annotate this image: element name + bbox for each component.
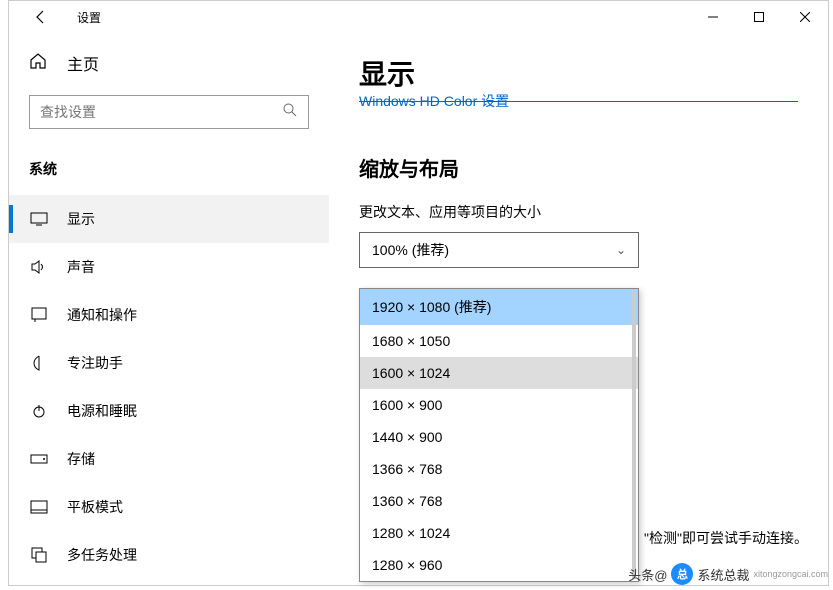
resolution-option[interactable]: 1366 × 768 [360,453,638,485]
sidebar-item-label: 专注助手 [67,353,123,373]
home-icon [29,52,49,75]
search-field[interactable] [40,104,282,120]
watermark-logo-icon: 总 [671,563,693,585]
sidebar-item-display[interactable]: 显示 [9,195,329,243]
detect-hint: "检测"即可尝试手动连接。 [644,528,808,548]
watermark-prefix: 头条@ [628,565,667,584]
window-title: 设置 [77,9,101,26]
scale-label: 更改文本、应用等项目的大小 [359,202,798,222]
sidebar-item-label: 存储 [67,449,95,469]
focus-icon [29,355,49,371]
sound-icon [29,259,49,275]
sidebar: 主页 系统 显示 声音 通知和操作 专注助手 [9,33,329,585]
category-header: 系统 [9,149,329,195]
sidebar-item-label: 电源和睡眠 [67,401,137,421]
multitask-icon [29,547,49,563]
notification-icon [29,307,49,323]
back-button[interactable] [29,5,53,29]
storage-icon [29,454,49,464]
page-title: 显示 [359,53,798,93]
maximize-button[interactable] [736,1,782,33]
watermark-url: xitongzongcai.com [753,569,828,579]
sidebar-item-tablet[interactable]: 平板模式 [9,483,329,531]
watermark: 头条@ 总 系统总裁 xitongzongcai.com [628,563,828,585]
sidebar-item-power[interactable]: 电源和睡眠 [9,387,329,435]
resolution-option[interactable]: 1920 × 1080 (推荐) [360,289,638,325]
sidebar-item-multitask[interactable]: 多任务处理 [9,531,329,579]
tablet-icon [29,500,49,514]
sidebar-item-label: 显示 [67,209,95,229]
search-input[interactable] [29,95,309,129]
sidebar-item-notifications[interactable]: 通知和操作 [9,291,329,339]
section-title: 缩放与布局 [359,153,798,182]
scrollbar[interactable] [632,291,636,579]
resolution-option[interactable]: 1280 × 1024 [360,517,638,549]
sidebar-item-sound[interactable]: 声音 [9,243,329,291]
close-button[interactable] [782,1,828,33]
sidebar-item-label: 平板模式 [67,497,123,517]
scale-value: 100% (推荐) [372,240,449,260]
watermark-brand: 系统总裁 [697,565,749,584]
sidebar-item-label: 多任务处理 [67,545,137,565]
resolution-option[interactable]: 1280 × 960 [360,549,638,581]
resolution-option[interactable]: 1440 × 900 [360,421,638,453]
resolution-option[interactable]: 1600 × 900 [360,389,638,421]
resolution-dropdown-list[interactable]: 1920 × 1080 (推荐) 1680 × 1050 1600 × 1024… [359,288,639,582]
sidebar-item-focus[interactable]: 专注助手 [9,339,329,387]
chevron-down-icon: ⌄ [616,243,626,257]
display-icon [29,212,49,226]
main-panel: 显示 Windows HD Color 设置 缩放与布局 更改文本、应用等项目的… [329,33,828,585]
scale-dropdown[interactable]: 100% (推荐) ⌄ [359,232,639,268]
resolution-option[interactable]: 1680 × 1050 [360,325,638,357]
minimize-button[interactable] [690,1,736,33]
home-label: 主页 [67,51,99,75]
power-icon [29,403,49,419]
sidebar-item-label: 声音 [67,257,95,277]
home-link[interactable]: 主页 [9,43,329,83]
resolution-option[interactable]: 1360 × 768 [360,485,638,517]
search-icon [282,102,298,123]
resolution-option[interactable]: 1600 × 1024 [360,357,638,389]
hd-color-link[interactable]: Windows HD Color 设置 [359,91,798,111]
sidebar-item-label: 通知和操作 [67,305,137,325]
sidebar-item-storage[interactable]: 存储 [9,435,329,483]
